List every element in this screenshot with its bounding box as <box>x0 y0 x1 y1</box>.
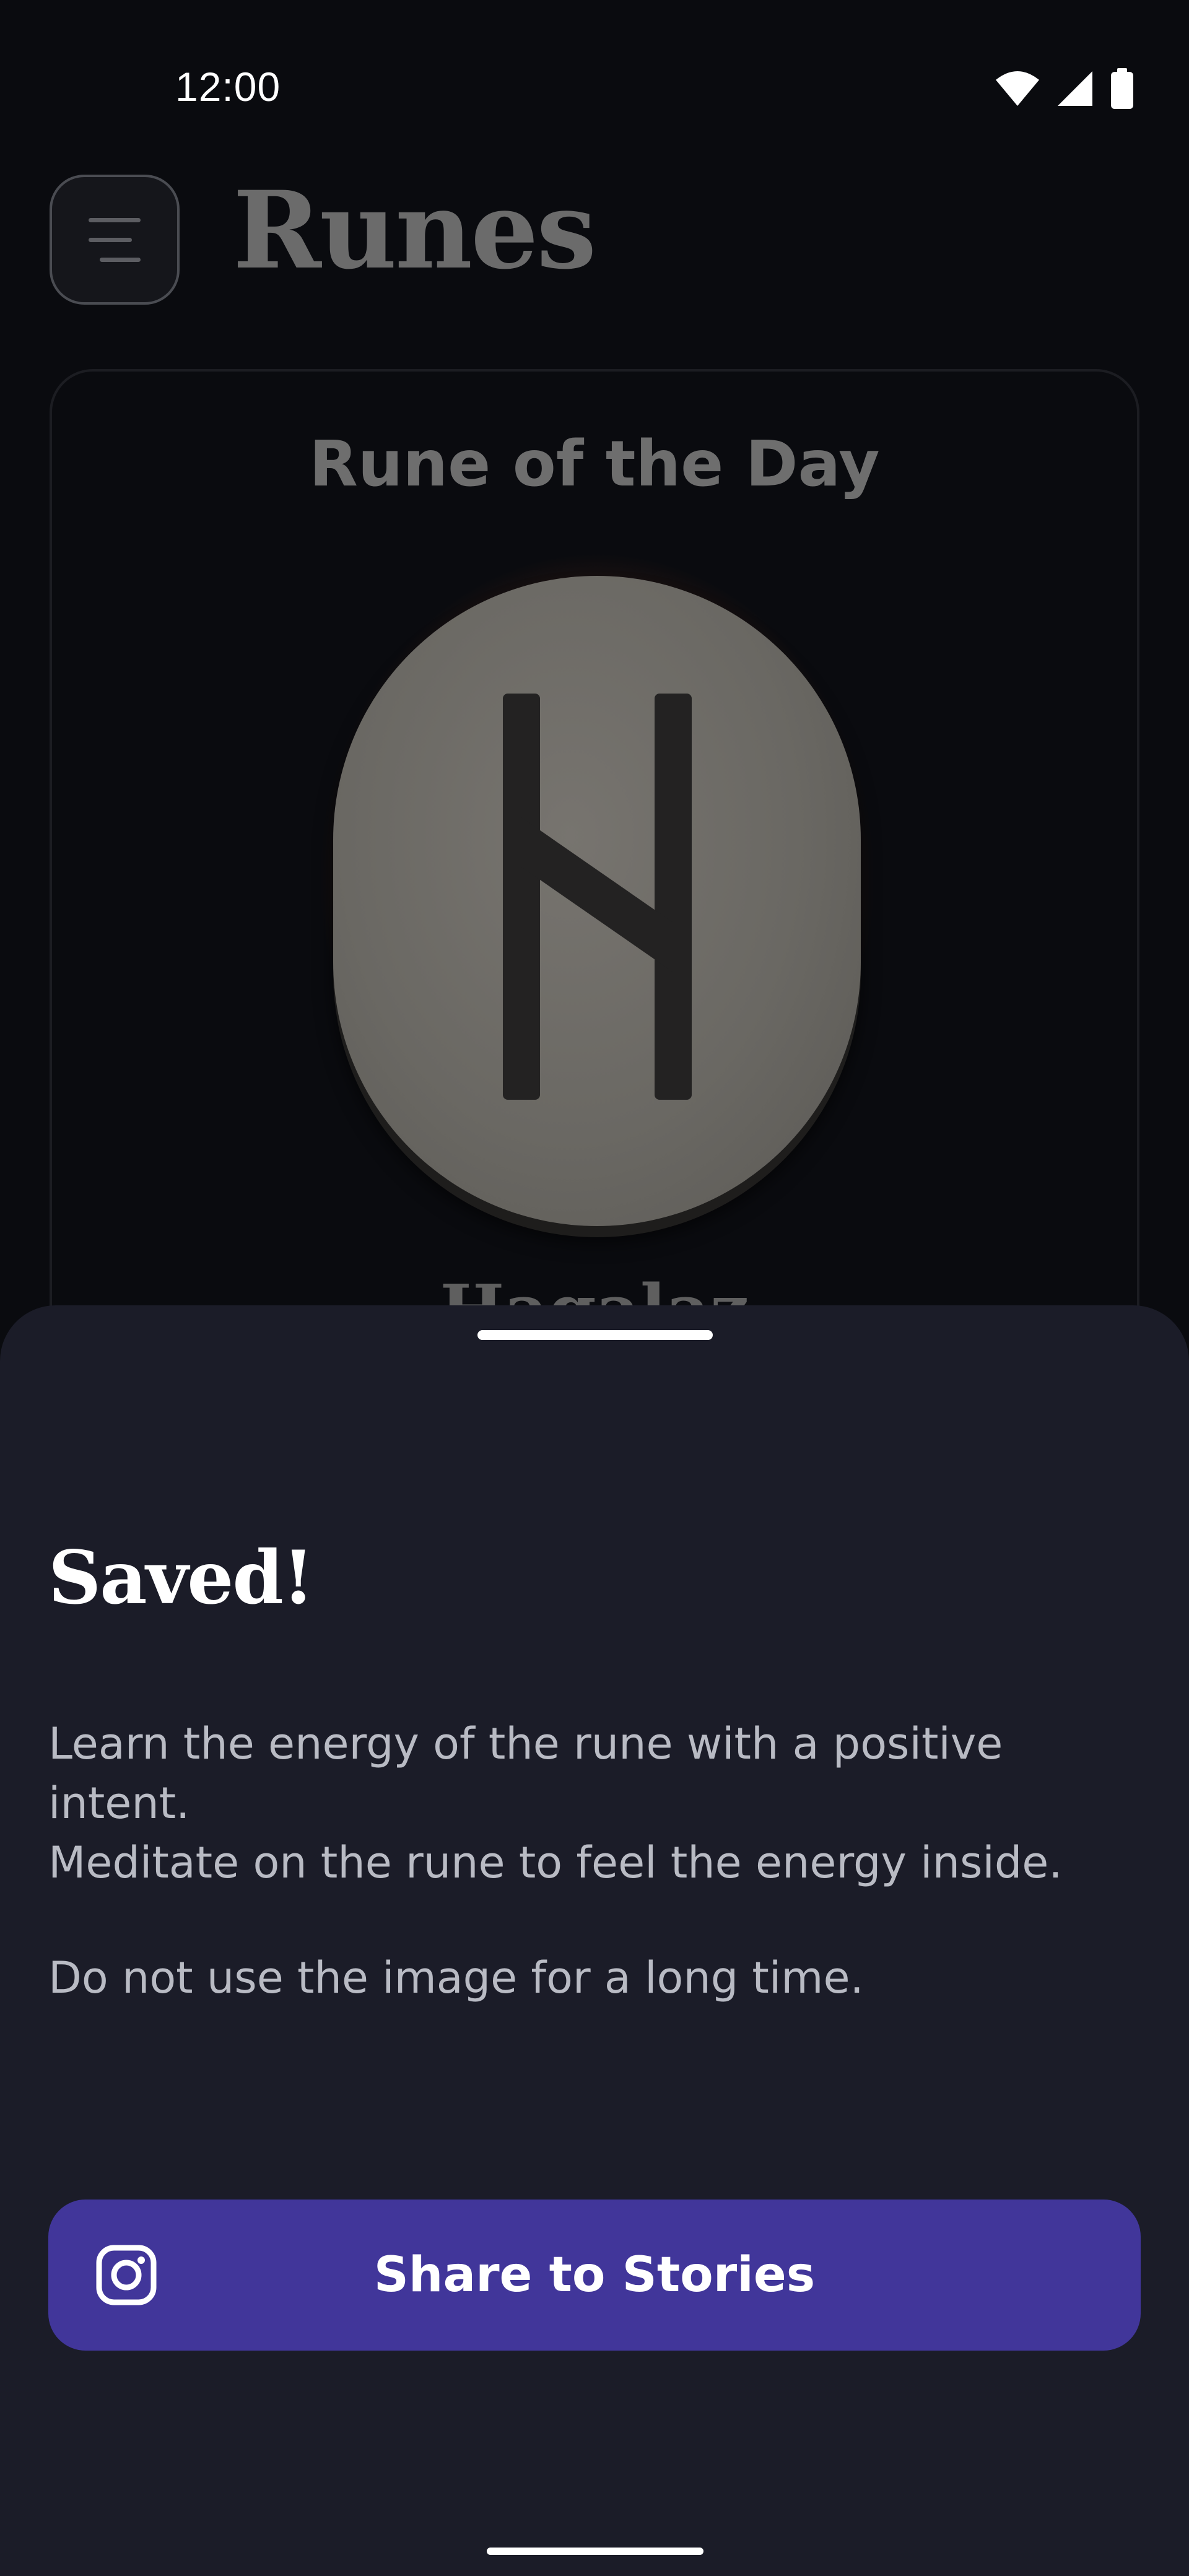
wifi-icon <box>996 71 1039 106</box>
sheet-drag-handle[interactable] <box>477 1330 713 1340</box>
share-to-stories-button[interactable]: Share to Stories <box>48 2200 1141 2351</box>
sheet-body-line: Do not use the image for a long time. <box>48 1952 864 2003</box>
status-icons <box>995 67 1135 110</box>
gesture-navigation-bar[interactable] <box>487 2548 703 2555</box>
signal-icon <box>1058 71 1092 106</box>
app-title: Runes <box>233 167 596 293</box>
hagalaz-rune-glyph <box>503 694 692 1100</box>
menu-button[interactable] <box>50 175 180 305</box>
rune-stone-image <box>333 576 861 1226</box>
sheet-body-line: Meditate on the rune to feel the energy … <box>48 1837 1063 1888</box>
status-bar: 12:00 <box>0 0 1189 186</box>
screen: 12:00 Runes Rune of the Day Saved! Learn… <box>0 0 1189 2576</box>
menu-icon <box>89 218 141 262</box>
sheet-body-line: Learn the energy of the rune with a posi… <box>48 1718 1003 1829</box>
sheet-body: Learn the energy of the rune with a posi… <box>48 1714 1151 2008</box>
card-title: Rune of the Day <box>309 427 880 501</box>
battery-icon <box>1111 68 1133 109</box>
share-button-label: Share to Stories <box>373 2247 816 2303</box>
status-time: 12:00 <box>175 64 281 110</box>
saved-bottom-sheet: Saved! Learn the energy of the rune with… <box>0 1305 1189 2576</box>
sheet-title: Saved! <box>48 1534 315 1621</box>
rune-of-the-day-card[interactable]: Rune of the Day Hagalaz <box>50 369 1139 1360</box>
